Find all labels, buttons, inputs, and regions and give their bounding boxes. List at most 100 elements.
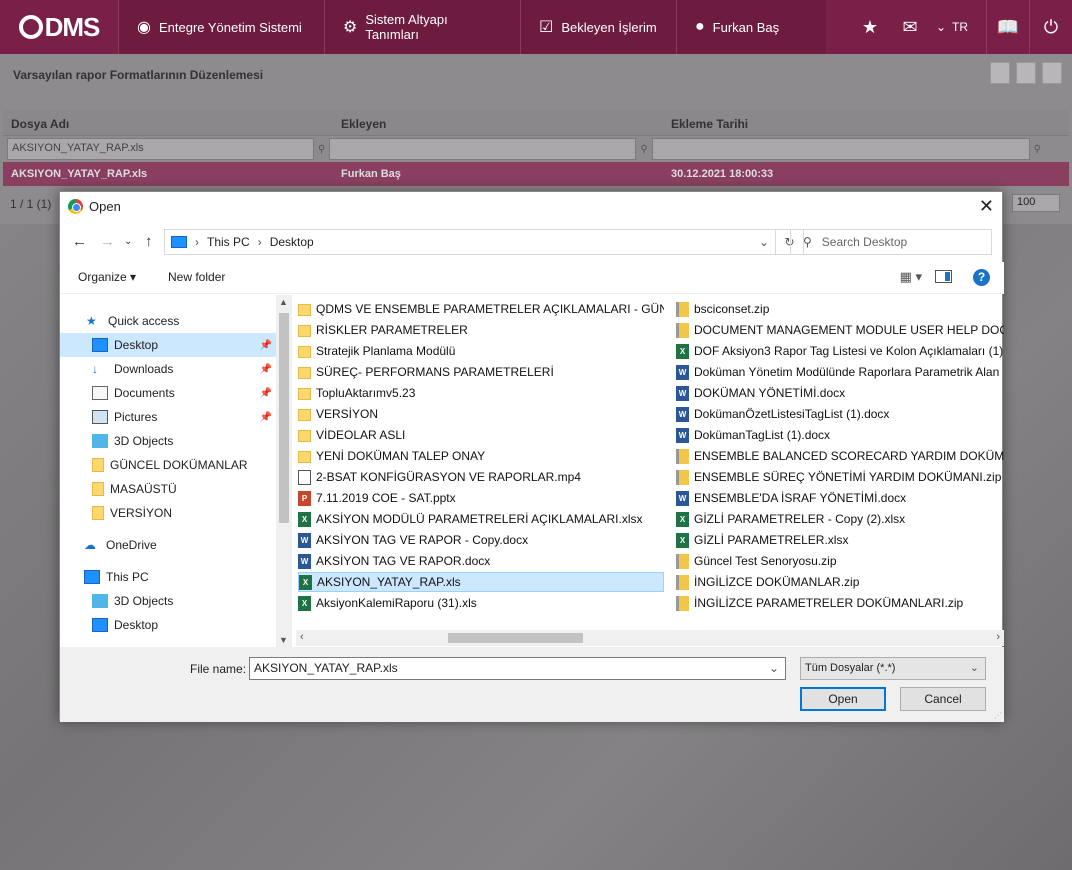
nav-item-this-pc[interactable]: This PC [60, 565, 276, 589]
file-item[interactable]: X AKSİYON MODÜLÜ PARAMETRELERİ AÇIKLAMALA… [298, 509, 664, 529]
filter-input[interactable] [329, 138, 637, 160]
nav-sistem[interactable]: ⚙ Sistem Altyapı Tanımları [324, 0, 520, 54]
help-icon[interactable]: ? [973, 269, 990, 286]
scroll-left-icon[interactable]: ‹ [300, 631, 304, 643]
chevron-down-icon[interactable]: ⌄ [769, 661, 779, 675]
file-name: AksiyonKalemiRaporu (31).xls [316, 596, 477, 610]
file-item[interactable]: İNGİLİZCE PARAMETRELER DOKÜMANLARI.zip [676, 593, 1004, 613]
address-bar[interactable]: › This PC › Desktop ⌄ [164, 229, 776, 255]
table-row[interactable]: AKSIYON_YATAY_RAP.xls Furkan Baş 30.12.2… [3, 162, 1069, 186]
file-item[interactable]: W ENSEMBLE'DA İSRAF YÖNETİMİ.docx [676, 488, 1004, 508]
breadcrumb-item[interactable]: This PC [207, 235, 250, 249]
organize-button[interactable]: Organize ▾ [78, 270, 136, 284]
file-item[interactable]: P 7.11.2019 COE - SAT.pptx [298, 488, 664, 508]
nav-item-documents[interactable]: Documents 📌 [60, 381, 276, 405]
file-item[interactable]: Güncel Test Senoryosu.zip [676, 551, 1004, 571]
preview-pane-icon[interactable] [935, 270, 952, 283]
nav-item-onedrive[interactable]: ☁ OneDrive [60, 533, 276, 557]
chevron-down-icon[interactable]: ⌄ [930, 20, 952, 34]
mail-icon[interactable]: ✉ [890, 17, 930, 38]
file-item[interactable]: RİSKLER PARAMETRELER [298, 320, 664, 340]
file-item[interactable]: X AKSIYON_YATAY_RAP.xls [298, 572, 664, 592]
nav-user[interactable]: ● Furkan Baş [676, 0, 826, 54]
page-size-select[interactable]: 100 [1012, 194, 1060, 212]
scroll-up-icon[interactable]: ▲ [279, 297, 288, 307]
file-item[interactable]: W AKSİYON TAG VE RAPOR.docx [298, 551, 664, 571]
file-item[interactable]: W Doküman Yönetim Modülünde Raporlara Par… [676, 362, 1004, 382]
file-item[interactable]: W DOKÜMAN YÖNETİMİ.docx [676, 383, 1004, 403]
file-item[interactable]: X AksiyonKalemiRaporu (31).xls [298, 593, 664, 613]
nav-item-folder[interactable]: VERSİYON [60, 501, 276, 525]
recent-chevron-icon[interactable]: ⌄ [124, 236, 132, 247]
column-header[interactable]: Dosya Adı [3, 110, 333, 135]
file-item[interactable]: X DOF Aksiyon3 Rapor Tag Listesi ve Kolon… [676, 341, 1004, 361]
resize-grip-icon[interactable]: ⋰ [994, 711, 1002, 720]
file-item[interactable]: YENİ DOKÜMAN TALEP ONAY [298, 446, 664, 466]
new-folder-button[interactable]: New folder [168, 270, 225, 284]
chevron-down-icon[interactable]: ⌄ [759, 235, 769, 249]
view-options-icon[interactable]: ▦ ▾ [900, 269, 922, 285]
file-item[interactable]: 2-BSAT KONFİGÜRASYON VE RAPORLAR.mp4 [298, 467, 664, 487]
cancel-button[interactable]: Cancel [900, 687, 986, 711]
scroll-right-icon[interactable]: › [996, 631, 1000, 643]
file-item[interactable]: ENSEMBLE SÜREÇ YÖNETİMİ YARDIM DOKÜMANI.… [676, 467, 1004, 487]
file-item[interactable]: W DokümanÖzetListesiTagList (1).docx [676, 404, 1004, 424]
nav-item-folder[interactable]: GÜNCEL DOKÜMANLAR [60, 453, 276, 477]
file-item[interactable]: bsciconset.zip [676, 299, 1004, 319]
file-item[interactable]: QDMS VE ENSEMBLE PARAMETRELER AÇIKLAMALA… [298, 299, 664, 319]
file-item[interactable]: W DokümanTagList (1).docx [676, 425, 1004, 445]
filter-icon[interactable]: ⚲ [640, 144, 647, 155]
file-item[interactable]: VERSİYON [298, 404, 664, 424]
language-label[interactable]: TR [952, 20, 986, 34]
word-file-icon: W [298, 553, 311, 569]
qdms-logo[interactable]: DMS [0, 0, 118, 54]
filter-input[interactable]: AKSIYON_YATAY_RAP.xls [7, 138, 314, 160]
scroll-thumb[interactable] [279, 313, 289, 523]
nav-item-quick-access[interactable]: ★ Quick access [60, 309, 276, 333]
scroll-thumb[interactable] [448, 633, 583, 643]
file-item[interactable]: TopluAktarımv5.23 [298, 383, 664, 403]
file-item[interactable]: X GİZLİ PARAMETRELER.xlsx [676, 530, 1004, 550]
file-type-select[interactable]: Tüm Dosyalar (*.*) ⌄ [800, 657, 986, 680]
file-item[interactable]: W AKSİYON TAG VE RAPOR - Copy.docx [298, 530, 664, 550]
file-list-scrollbar[interactable]: ‹ › [296, 630, 1004, 646]
filter-icon[interactable]: ⚲ [318, 144, 325, 155]
back-arrow-icon[interactable]: ← [72, 233, 87, 250]
nav-scrollbar[interactable]: ▲ ▼ [276, 295, 292, 647]
nav-item-3d-objects[interactable]: 3D Objects [60, 589, 276, 613]
up-arrow-icon[interactable]: ↑ [145, 233, 153, 250]
nav-item-downloads[interactable]: ↓ Downloads 📌 [60, 357, 276, 381]
column-header[interactable]: Ekleme Tarihi [663, 110, 993, 135]
delete-file-icon[interactable] [1042, 62, 1062, 84]
forward-arrow-icon[interactable]: → [100, 233, 115, 250]
filter-icon[interactable]: ⚲ [1034, 144, 1041, 155]
breadcrumb-item[interactable]: Desktop [270, 235, 314, 249]
file-item[interactable]: VİDEOLAR ASLI [298, 425, 664, 445]
file-item[interactable]: X GİZLİ PARAMETRELER - Copy (2).xlsx [676, 509, 1004, 529]
file-item[interactable]: İNGİLİZCE DOKÜMANLAR.zip [676, 572, 1004, 592]
scroll-down-icon[interactable]: ▼ [279, 635, 288, 645]
file-item[interactable]: Stratejik Planlama Modülü [298, 341, 664, 361]
column-header[interactable]: Ekleyen [333, 110, 663, 135]
nav-entegre[interactable]: ◉ Entegre Yönetim Sistemi [118, 0, 324, 54]
file-item[interactable]: DOCUMENT MANAGEMENT MODULE USER HELP DOC… [676, 320, 1004, 340]
power-icon[interactable]: ⏻ [1030, 17, 1072, 38]
nav-item-desktop[interactable]: Desktop 📌 [60, 333, 276, 357]
close-icon[interactable]: ✕ [979, 196, 994, 217]
open-button[interactable]: Open [800, 687, 886, 711]
add-file-icon[interactable] [990, 62, 1010, 84]
nav-item-desktop[interactable]: Desktop [60, 613, 276, 637]
nav-item-pictures[interactable]: Pictures 📌 [60, 405, 276, 429]
file-item[interactable]: ENSEMBLE BALANCED SCORECARD YARDIM DOKÜM… [676, 446, 1004, 466]
nav-item-3d-objects[interactable]: 3D Objects [60, 429, 276, 453]
filter-date-select[interactable] [651, 138, 1030, 160]
file-icon[interactable] [1016, 62, 1036, 84]
search-input[interactable]: ⚲ Search Desktop [790, 229, 992, 255]
nav-item-folder[interactable]: MASAÜSTÜ [60, 477, 276, 501]
nav-bekleyen[interactable]: ☑ Bekleyen İşlerim [520, 0, 676, 54]
star-icon[interactable]: ★ [850, 17, 890, 38]
help-book-icon[interactable]: 📖 [987, 17, 1029, 38]
file-name-input[interactable]: AKSIYON_YATAY_RAP.xls ⌄ [249, 657, 786, 680]
pc-icon [84, 570, 100, 584]
file-item[interactable]: SÜREÇ- PERFORMANS PARAMETRELERİ [298, 362, 664, 382]
